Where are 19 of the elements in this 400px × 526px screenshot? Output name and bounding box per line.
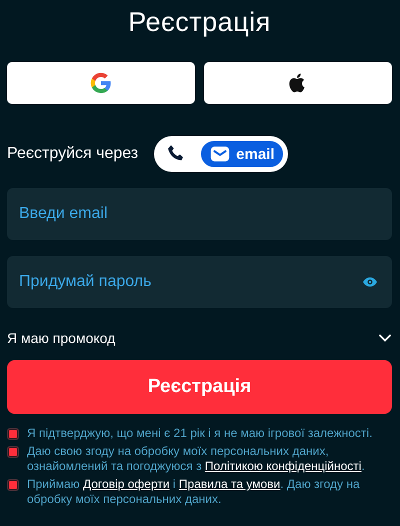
google-sign-in-button[interactable] [7,62,195,104]
apple-sign-in-button[interactable] [204,62,392,104]
consent-text: Я підтверджую, що мені є 21 рік і я не маю ігрової залежності. [27,426,372,441]
link[interactable]: Правила та умови [178,477,280,491]
link[interactable]: Договір оферти [82,477,170,491]
consent-text: Приймаю Договір оферти і Правила та умови. Даю згоду на обробку моїх персональних даних. [27,477,361,507]
email-field[interactable]: Введи email [7,188,392,240]
email-option[interactable]: email [199,139,284,169]
page-title: Реєстрація [127,6,272,39]
checkbox[interactable] [7,428,19,440]
register-button[interactable]: Реєстрація [7,360,392,414]
password-field[interactable]: Придумай пароль [7,256,392,308]
consent-text: Даю свою згоду на обробку моїх персональних даних, ознайомлений та погоджуюся з Політикою конфіденційності. [27,444,366,474]
register-via-label: Реєструйся через [7,145,138,163]
checkbox[interactable] [7,446,19,458]
link[interactable]: Політикою конфіденційності [204,459,362,473]
google-icon [90,72,112,94]
checkbox[interactable] [7,479,19,491]
promo-code-toggle[interactable]: Я маю промокод [7,330,116,346]
